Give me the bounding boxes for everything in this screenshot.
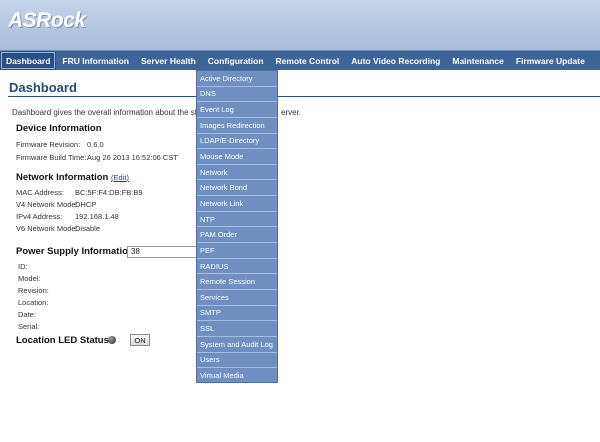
- firmware-revision-label: Firmware Revision:: [16, 140, 81, 149]
- psu-date-label: Date:: [18, 310, 36, 319]
- psu-location-label: Location:: [18, 298, 49, 307]
- v4-network-mode-value: DHCP: [75, 200, 97, 209]
- menu-item-network-link[interactable]: Network Link: [197, 196, 277, 212]
- network-edit-label[interactable]: Edit: [114, 173, 127, 182]
- menu-item-network[interactable]: Network: [197, 165, 277, 181]
- page-title: Dashboard: [9, 80, 77, 95]
- menu-item-remote-session[interactable]: Remote Session: [197, 274, 277, 290]
- network-edit-link[interactable]: (Edit): [111, 173, 129, 182]
- firmware-build-time-label: Firmware Build Time:: [16, 153, 87, 162]
- v6-network-mode-value: Disable: [75, 224, 101, 233]
- v4-network-mode-label: V4 Network Mode:: [16, 200, 78, 209]
- network-info-title: Network Information: [16, 172, 109, 183]
- nav-server-health[interactable]: Server Health: [135, 51, 202, 70]
- location-led-label: Location LED Status :: [16, 335, 115, 346]
- menu-item-images-redirection[interactable]: Images Redirection: [197, 118, 277, 134]
- menu-item-active-directory[interactable]: Active Directory: [197, 71, 277, 87]
- menu-item-system-and-audit-log[interactable]: System and Audit Log: [197, 337, 277, 353]
- configuration-dropdown-menu: Active Directory DNS Event Log Images Re…: [196, 70, 278, 383]
- firmware-build-time-value: Aug 26 2013 16:52:06 CST: [87, 153, 178, 162]
- ipv4-address-label: IPv4 Address:: [16, 212, 63, 221]
- psu-revision-label: Revision:: [18, 286, 49, 295]
- power-supply-select[interactable]: 38: [127, 246, 197, 258]
- led-status-icon: [108, 336, 116, 344]
- psu-id-label: ID:: [18, 262, 28, 271]
- nav-fru-information[interactable]: FRU Information: [56, 51, 135, 70]
- v6-network-mode-label: V6 Network Mode:: [16, 224, 78, 233]
- nav-dashboard[interactable]: Dashboard: [0, 51, 57, 70]
- nav-maintenance[interactable]: Maintenance: [446, 51, 510, 70]
- title-divider: [8, 96, 600, 97]
- menu-item-virtual-media[interactable]: Virtual Media: [197, 368, 277, 384]
- psu-model-label: Model:: [18, 274, 41, 283]
- psu-serial-label: Serial:: [18, 322, 40, 331]
- firmware-revision-value: 0.6.0: [87, 140, 104, 149]
- nav-firmware-update[interactable]: Firmware Update: [510, 51, 591, 70]
- menu-item-network-bond[interactable]: Network Bond: [197, 180, 277, 197]
- menu-item-users[interactable]: Users: [197, 353, 277, 369]
- power-supply-heading: Power Supply Information:: [16, 246, 137, 257]
- led-on-button[interactable]: ON: [130, 334, 150, 346]
- menu-item-ntp[interactable]: NTP: [197, 212, 277, 228]
- page-description-tail: erver.: [281, 108, 302, 117]
- menu-item-dns[interactable]: DNS: [197, 87, 277, 103]
- menu-item-ssl[interactable]: SSL: [197, 321, 277, 337]
- menu-item-pam-order[interactable]: PAM Order: [197, 227, 277, 244]
- page-description: Dashboard gives the overall information …: [12, 108, 219, 117]
- mac-address-value: BC:5F:F4:DB:FB:B9: [75, 188, 143, 197]
- nav-auto-video-recording[interactable]: Auto Video Recording: [345, 51, 446, 70]
- device-info-heading: Device Information: [16, 123, 102, 134]
- asrock-logo: ASRock: [8, 9, 86, 32]
- menu-item-mouse-mode[interactable]: Mouse Mode: [197, 149, 277, 165]
- nav-configuration[interactable]: Configuration: [202, 51, 270, 70]
- menu-item-ldap-e-directory[interactable]: LDAP/E-Directory: [197, 134, 277, 150]
- menu-item-pef[interactable]: PEF: [197, 243, 277, 259]
- header-banner: ASRock: [0, 0, 600, 50]
- menu-item-services[interactable]: Services: [197, 290, 277, 306]
- menu-item-radius[interactable]: RADIUS: [197, 259, 277, 275]
- ipv4-address-value: 192.168.1.48: [75, 212, 119, 221]
- nav-remote-control[interactable]: Remote Control: [270, 51, 346, 70]
- main-navbar: Dashboard FRU Information Server Health …: [0, 50, 600, 70]
- mac-address-label: MAC Address:: [16, 188, 64, 197]
- network-info-heading: Network Information (Edit): [16, 172, 129, 183]
- menu-item-event-log[interactable]: Event Log: [197, 102, 277, 118]
- menu-item-smtp[interactable]: SMTP: [197, 306, 277, 322]
